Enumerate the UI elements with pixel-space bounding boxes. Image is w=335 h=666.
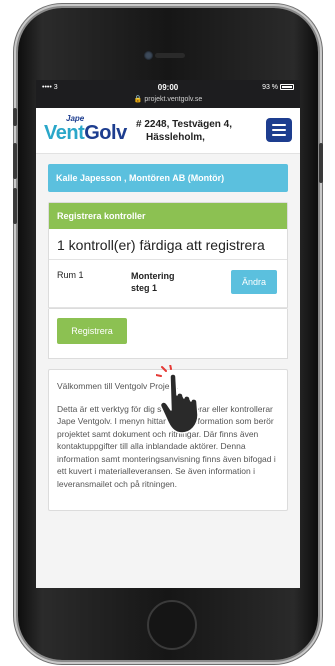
control-row: Rum 1 Montering steg 1 Ändra — [49, 260, 287, 308]
menu-icon[interactable] — [266, 118, 292, 142]
volume-up-button — [13, 143, 17, 179]
register-panel: Registrera kontroller 1 kontroll(er) fär… — [48, 202, 288, 309]
earpiece-speaker — [155, 53, 185, 58]
project-address-line2: Hässleholm, — [146, 132, 205, 143]
register-button[interactable]: Registrera — [57, 318, 127, 344]
edit-button[interactable]: Ändra — [231, 270, 277, 294]
register-button-area: Registrera — [48, 309, 288, 359]
url-display[interactable]: 🔒 projekt.ventgolv.se — [36, 95, 300, 103]
power-button — [319, 143, 323, 183]
battery-icon — [280, 84, 294, 91]
phone-screen: •••• 3 09:00 🔒 projekt.ventgolv.se 93 % … — [36, 80, 300, 588]
register-panel-title: 1 kontroll(er) färdiga att registrera — [49, 229, 287, 260]
front-camera — [144, 51, 153, 60]
battery-indicator: 93 % — [262, 84, 294, 91]
register-panel-heading: Registrera kontroller — [49, 203, 287, 229]
user-info-bar: Kalle Japesson , Montören AB (Montör) — [48, 164, 288, 192]
volume-down-button — [13, 188, 17, 224]
site-header: Jape VentGolv # 2248, Testvägen 4, Hässl… — [36, 108, 300, 154]
logo-wordmark: VentGolv — [44, 122, 127, 144]
home-button[interactable] — [147, 600, 197, 650]
ventgolv-logo[interactable]: Jape VentGolv — [44, 114, 128, 150]
project-address-line1: # 2248, Testvägen 4, — [136, 119, 232, 130]
clock: 09:00 — [157, 83, 179, 92]
room-label: Rum 1 — [57, 270, 84, 280]
main-content: Kalle Japesson , Montören AB (Montör) Re… — [36, 154, 300, 511]
mute-switch — [13, 108, 17, 126]
tap-hand-icon — [156, 365, 199, 434]
status-bar: •••• 3 09:00 🔒 projekt.ventgolv.se 93 % — [36, 80, 300, 108]
project-address: # 2248, Testvägen 4, Hässleholm, — [136, 118, 256, 144]
battery-percent: 93 % — [262, 84, 279, 91]
step-label: Montering steg 1 — [131, 271, 175, 293]
